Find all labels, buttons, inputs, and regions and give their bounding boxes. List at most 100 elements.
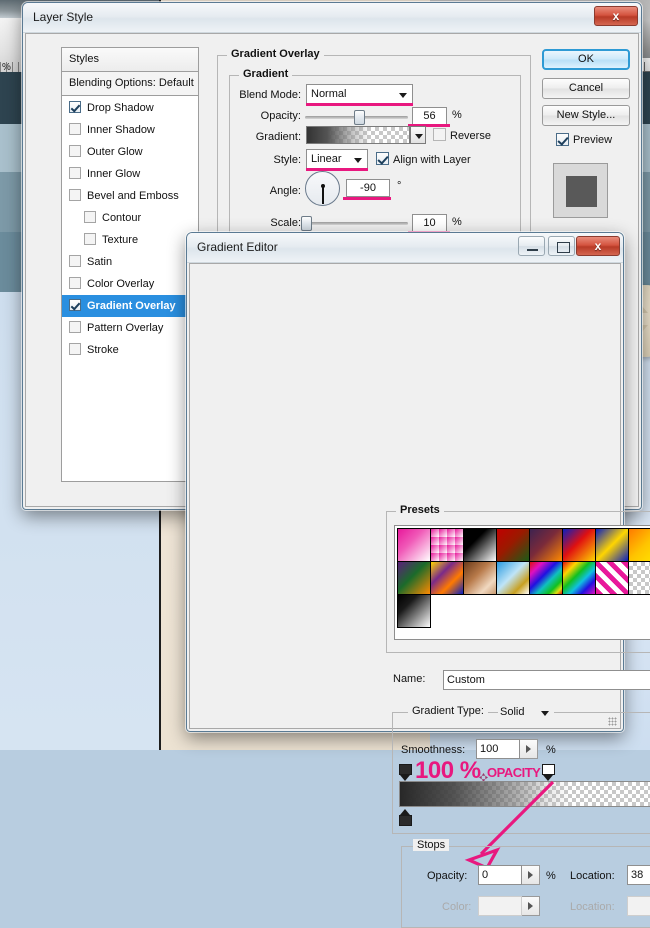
effect-checkbox[interactable] (69, 343, 81, 355)
preset-swatch-spectrum[interactable] (529, 561, 563, 595)
opacity-slider-thumb[interactable] (354, 110, 365, 125)
smoothness-stepper[interactable] (520, 739, 538, 759)
effect-checkbox[interactable] (84, 211, 96, 223)
effect-checkbox[interactable] (69, 123, 81, 135)
effect-row-outer-glow[interactable]: Outer Glow (62, 141, 198, 163)
blend-mode-select[interactable]: Normal (306, 84, 413, 104)
gradient-editor-titlebar[interactable]: Gradient Editor x (187, 233, 623, 263)
preset-swatch-black-white-fade[interactable] (397, 594, 431, 628)
gradient-preview-swatch[interactable] (306, 126, 410, 144)
angle-dial[interactable] (305, 171, 340, 206)
gradient-type-select[interactable]: Solid (498, 703, 554, 723)
preset-swatch-purple-orange[interactable] (529, 528, 563, 562)
effect-label: Texture (102, 229, 138, 251)
style-select[interactable]: Linear (306, 149, 368, 169)
effect-checkbox[interactable] (69, 299, 81, 311)
effect-label: Inner Glow (87, 163, 140, 185)
effect-row-drop-shadow[interactable]: Drop Shadow (62, 97, 198, 119)
stop-location-label: Location: (570, 870, 615, 882)
opacity-unit: % (452, 109, 462, 121)
effect-label: Satin (87, 251, 112, 273)
smoothness-input[interactable]: 100 (476, 739, 520, 759)
effect-row-color-overlay[interactable]: Color Overlay (62, 273, 198, 295)
annotation-underline-blend-mode (306, 103, 413, 106)
preset-swatch-orange-yellow[interactable] (628, 528, 650, 562)
preset-swatch-copper[interactable] (463, 561, 497, 595)
effect-row-inner-glow[interactable]: Inner Glow (62, 163, 198, 185)
effect-checkbox[interactable] (69, 255, 81, 267)
stop-opacity-label: Opacity: (427, 870, 467, 882)
stop-color-location-input[interactable] (627, 896, 650, 916)
gradient-bar[interactable] (399, 781, 650, 807)
styles-list-header[interactable]: Styles (62, 48, 198, 72)
preset-swatch-blue-yellow-sky[interactable] (496, 561, 530, 595)
resize-grip[interactable] (608, 717, 617, 726)
effect-checkbox[interactable] (84, 233, 96, 245)
stop-location-input[interactable]: 38 (627, 865, 650, 885)
close-icon[interactable]: x (594, 6, 638, 26)
layer-style-cancel-button[interactable]: Cancel (542, 78, 630, 99)
layer-style-ok-button[interactable]: OK (542, 49, 630, 70)
preset-swatch-magenta-white[interactable] (397, 528, 431, 562)
effect-checkbox[interactable] (69, 145, 81, 157)
effect-row-contour[interactable]: Contour (62, 207, 198, 229)
preset-swatch-blue-red-yellow[interactable] (562, 528, 596, 562)
layer-style-titlebar[interactable]: Layer Style x (23, 3, 641, 33)
reverse-checkbox[interactable] (433, 128, 446, 141)
minimize-icon[interactable] (518, 236, 545, 256)
stop-color-location-label: Location: (570, 901, 615, 913)
smoothness-label: Smoothness: (401, 744, 465, 756)
scale-slider-thumb[interactable] (301, 216, 312, 231)
styles-list[interactable]: Styles Blending Options: Default Drop Sh… (61, 47, 199, 482)
opacity-stop-left[interactable] (399, 764, 412, 781)
color-stop-left[interactable] (399, 809, 412, 826)
annotation-underline-angle (343, 197, 391, 200)
presets-swatch-panel[interactable] (394, 525, 650, 640)
effect-row-pattern-overlay[interactable]: Pattern Overlay (62, 317, 198, 339)
preset-swatch-red-green[interactable] (496, 528, 530, 562)
preview-checkbox[interactable] (556, 133, 569, 146)
effect-row-inner-shadow[interactable]: Inner Shadow (62, 119, 198, 141)
presets-grid (397, 528, 650, 627)
gradient-name-input[interactable]: Custom (443, 670, 650, 690)
opacity-input[interactable]: 56 (412, 107, 447, 125)
style-label: Style: (219, 154, 301, 166)
close-icon[interactable]: x (576, 236, 620, 256)
effect-row-bevel-and-emboss[interactable]: Bevel and Emboss (62, 185, 198, 207)
scale-slider-track[interactable] (305, 222, 408, 225)
align-with-layer-checkbox[interactable] (376, 152, 389, 165)
effect-checkbox[interactable] (69, 101, 81, 113)
stop-color-swatch[interactable] (478, 896, 522, 916)
effect-label: Outer Glow (87, 141, 143, 163)
new-style-button[interactable]: New Style... (542, 105, 630, 126)
preset-swatch-transparent-rainbow[interactable] (562, 561, 596, 595)
effect-row-gradient-overlay[interactable]: Gradient Overlay (62, 295, 198, 317)
effect-row-satin[interactable]: Satin (62, 251, 198, 273)
angle-input[interactable]: -90 (346, 179, 390, 197)
effect-row-stroke[interactable]: Stroke (62, 339, 198, 361)
stop-color-picker-arrow-icon[interactable] (522, 896, 540, 916)
effect-checkbox[interactable] (69, 167, 81, 179)
effect-checkbox[interactable] (69, 189, 81, 201)
preset-swatch-yellow-violet-orange-blue[interactable] (430, 561, 464, 595)
preset-swatch-transparent-stripes[interactable] (628, 561, 650, 595)
maximize-icon[interactable] (548, 236, 575, 256)
preset-swatch-black-white[interactable] (463, 528, 497, 562)
scale-input[interactable]: 10 (412, 214, 447, 232)
preset-swatch-magenta-stripes[interactable] (595, 561, 629, 595)
gradient-picker-chevron-down-icon[interactable] (410, 126, 426, 144)
preset-swatch-blue-yellow-blue[interactable] (595, 528, 629, 562)
stop-opacity-input[interactable]: 0 (478, 865, 522, 885)
layer-style-title: Layer Style (33, 10, 93, 24)
preset-swatch-violet-green-orange[interactable] (397, 561, 431, 595)
effect-row-texture[interactable]: Texture (62, 229, 198, 251)
blending-options-row[interactable]: Blending Options: Default (62, 72, 198, 96)
effect-checkbox[interactable] (69, 321, 81, 333)
annotation-underline-style (306, 168, 368, 171)
effect-checkbox[interactable] (69, 277, 81, 289)
gradient-overlay-title: Gradient Overlay (227, 48, 324, 60)
preset-swatch-magenta-transparent[interactable] (430, 528, 464, 562)
effect-label: Bevel and Emboss (87, 185, 179, 207)
opacity-stop-selected[interactable] (542, 764, 555, 781)
stop-opacity-stepper[interactable] (522, 865, 540, 885)
